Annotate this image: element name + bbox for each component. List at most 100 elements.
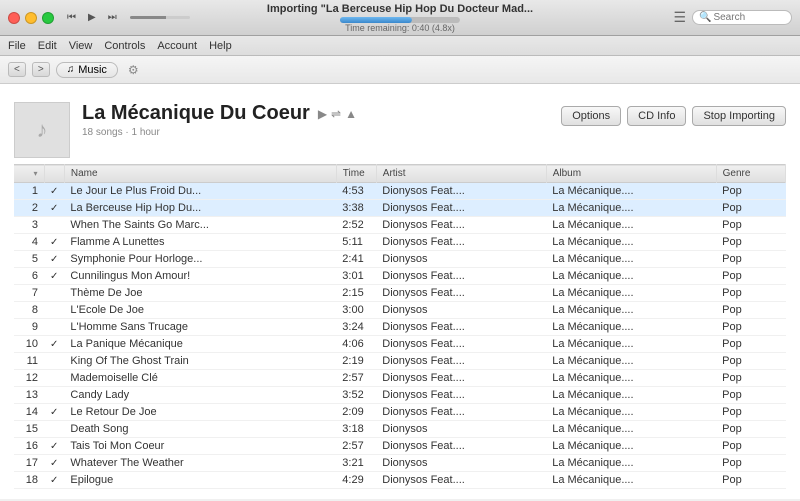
title-center: Importing "La Berceuse Hip Hop Du Docteu… xyxy=(267,3,533,33)
cell-time: 2:57 xyxy=(336,370,376,387)
cell-time: 2:19 xyxy=(336,353,376,370)
play-icon[interactable]: ▶ xyxy=(318,107,327,121)
cell-album: La Mécanique.... xyxy=(546,285,716,302)
col-header-artist[interactable]: Artist xyxy=(376,165,546,183)
cell-artist: Dionysos xyxy=(376,302,546,319)
cell-num: 18 xyxy=(14,472,44,489)
cell-status: ✓ xyxy=(44,183,64,200)
col-header-time[interactable]: Time xyxy=(336,165,376,183)
table-row[interactable]: 17 ✓ Whatever The Weather 3:21 Dionysos … xyxy=(14,455,786,472)
table-row[interactable]: 5 ✓ Symphonie Pour Horloge... 2:41 Diony… xyxy=(14,251,786,268)
upload-icon[interactable]: ▲ xyxy=(345,107,357,121)
cell-num: 10 xyxy=(14,336,44,353)
back-button[interactable]: < xyxy=(8,62,26,77)
table-row[interactable]: 7 Thème De Joe 2:15 Dionysos Feat.... La… xyxy=(14,285,786,302)
col-header-genre[interactable]: Genre xyxy=(716,165,785,183)
album-info: La Mécanique Du Coeur ▶ ⇌ ▲ 18 songs · 1… xyxy=(82,102,549,138)
minimize-button[interactable] xyxy=(25,12,37,24)
cell-artist: Dionysos Feat.... xyxy=(376,319,546,336)
menu-edit[interactable]: Edit xyxy=(38,40,57,52)
cell-album: La Mécanique.... xyxy=(546,370,716,387)
table-row[interactable]: 12 Mademoiselle Clé 2:57 Dionysos Feat..… xyxy=(14,370,786,387)
cell-artist: Dionysos Feat.... xyxy=(376,217,546,234)
cell-name: Tais Toi Mon Coeur xyxy=(64,438,336,455)
song-table: ▾ Name Time Artist Album Genre 1 ✓ Le Jo… xyxy=(14,164,786,489)
table-row[interactable]: 11 King Of The Ghost Train 2:19 Dionysos… xyxy=(14,353,786,370)
cell-album: La Mécanique.... xyxy=(546,353,716,370)
cell-genre: Pop xyxy=(716,404,785,421)
play-button[interactable]: ▶ xyxy=(85,11,99,24)
shuffle-icon[interactable]: ⇌ xyxy=(331,107,341,121)
music-icon: ♫ xyxy=(67,64,75,75)
menu-controls[interactable]: Controls xyxy=(104,40,145,52)
options-button[interactable]: Options xyxy=(561,106,621,126)
cell-name: Symphonie Pour Horloge... xyxy=(64,251,336,268)
col-header-name[interactable]: Name xyxy=(64,165,336,183)
menu-file[interactable]: File xyxy=(8,40,26,52)
cell-status: ✓ xyxy=(44,234,64,251)
maximize-button[interactable] xyxy=(42,12,54,24)
cell-genre: Pop xyxy=(716,319,785,336)
table-row[interactable]: 15 Death Song 3:18 Dionysos La Mécanique… xyxy=(14,421,786,438)
table-row[interactable]: 8 L'Ecole De Joe 3:00 Dionysos La Mécani… xyxy=(14,302,786,319)
cd-info-button[interactable]: CD Info xyxy=(627,106,686,126)
cell-num: 16 xyxy=(14,438,44,455)
table-row[interactable]: 18 ✓ Epilogue 4:29 Dionysos Feat.... La … xyxy=(14,472,786,489)
cell-time: 5:11 xyxy=(336,234,376,251)
music-note-icon: ♪ xyxy=(37,117,48,143)
cell-genre: Pop xyxy=(716,421,785,438)
menu-account[interactable]: Account xyxy=(157,40,197,52)
cell-status xyxy=(44,421,64,438)
table-row[interactable]: 9 L'Homme Sans Trucage 3:24 Dionysos Fea… xyxy=(14,319,786,336)
table-row[interactable]: 3 When The Saints Go Marc... 2:52 Dionys… xyxy=(14,217,786,234)
col-header-num: ▾ xyxy=(14,165,44,183)
cell-name: When The Saints Go Marc... xyxy=(64,217,336,234)
table-row[interactable]: 13 Candy Lady 3:52 Dionysos Feat.... La … xyxy=(14,387,786,404)
table-row[interactable]: 14 ✓ Le Retour De Joe 2:09 Dionysos Feat… xyxy=(14,404,786,421)
volume-slider[interactable] xyxy=(130,16,190,19)
table-row[interactable]: 4 ✓ Flamme A Lunettes 5:11 Dionysos Feat… xyxy=(14,234,786,251)
cell-status: ✓ xyxy=(44,200,64,217)
cell-status xyxy=(44,353,64,370)
cell-artist: Dionysos Feat.... xyxy=(376,285,546,302)
cell-name: Thème De Joe xyxy=(64,285,336,302)
album-title: La Mécanique Du Coeur xyxy=(82,102,310,125)
stop-importing-button[interactable]: Stop Importing xyxy=(692,106,786,126)
table-row[interactable]: 2 ✓ La Berceuse Hip Hop Du... 3:38 Diony… xyxy=(14,200,786,217)
rewind-button[interactable]: ⏮ xyxy=(64,11,79,24)
cell-album: La Mécanique.... xyxy=(546,387,716,404)
cell-name: La Berceuse Hip Hop Du... xyxy=(64,200,336,217)
cell-artist: Dionysos Feat.... xyxy=(376,353,546,370)
cell-status xyxy=(44,217,64,234)
cell-genre: Pop xyxy=(716,183,785,200)
gear-button[interactable]: ⚙ xyxy=(128,63,139,77)
cell-time: 2:52 xyxy=(336,217,376,234)
table-row[interactable]: 16 ✓ Tais Toi Mon Coeur 2:57 Dionysos Fe… xyxy=(14,438,786,455)
menu-help[interactable]: Help xyxy=(209,40,232,52)
cell-genre: Pop xyxy=(716,285,785,302)
forward-button[interactable]: > xyxy=(32,62,50,77)
cell-name: L'Ecole De Joe xyxy=(64,302,336,319)
cell-genre: Pop xyxy=(716,472,785,489)
titlebar-right: ☰ 🔍 xyxy=(673,9,792,26)
menu-view[interactable]: View xyxy=(69,40,93,52)
cell-album: La Mécanique.... xyxy=(546,404,716,421)
cell-time: 4:29 xyxy=(336,472,376,489)
cell-artist: Dionysos xyxy=(376,251,546,268)
song-table-body: 1 ✓ Le Jour Le Plus Froid Du... 4:53 Dio… xyxy=(14,183,786,489)
cell-time: 3:24 xyxy=(336,319,376,336)
cell-name: Whatever The Weather xyxy=(64,455,336,472)
breadcrumb: ♫ Music xyxy=(56,62,118,78)
search-box[interactable]: 🔍 xyxy=(692,10,792,25)
col-header-album[interactable]: Album xyxy=(546,165,716,183)
table-row[interactable]: 6 ✓ Cunnilingus Mon Amour! 3:01 Dionysos… xyxy=(14,268,786,285)
fast-forward-button[interactable]: ⏭ xyxy=(105,11,120,24)
cell-album: La Mécanique.... xyxy=(546,217,716,234)
breadcrumb-label: Music xyxy=(78,64,107,76)
cell-album: La Mécanique.... xyxy=(546,438,716,455)
list-view-button[interactable]: ☰ xyxy=(673,9,686,26)
table-row[interactable]: 1 ✓ Le Jour Le Plus Froid Du... 4:53 Dio… xyxy=(14,183,786,200)
table-row[interactable]: 10 ✓ La Panique Mécanique 4:06 Dionysos … xyxy=(14,336,786,353)
close-button[interactable] xyxy=(8,12,20,24)
search-input[interactable] xyxy=(713,12,793,23)
